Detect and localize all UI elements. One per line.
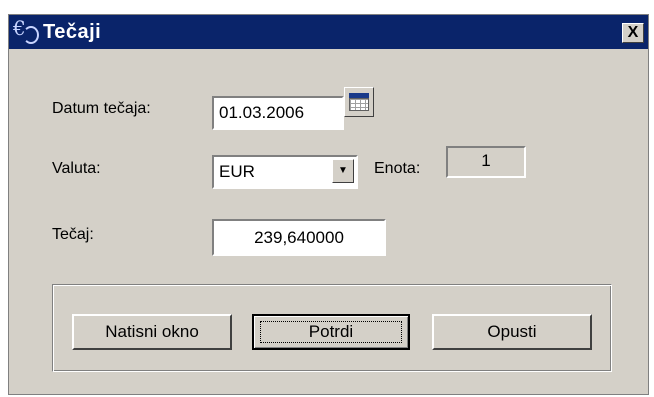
cancel-button[interactable]: Opusti <box>432 314 592 350</box>
confirm-button-label: Potrdi <box>260 321 402 343</box>
rate-field[interactable]: 239,640000 <box>212 219 386 256</box>
chevron-down-icon[interactable]: ▼ <box>332 159 354 183</box>
date-label: Datum tečaja: <box>52 100 151 117</box>
unit-label: Enota: <box>374 160 421 177</box>
rate-label: Tečaj: <box>52 226 94 243</box>
currency-dropdown[interactable]: EUR ▼ <box>212 155 358 189</box>
currency-selected-value: EUR <box>219 162 255 181</box>
calendar-button[interactable] <box>344 87 374 117</box>
title-bar[interactable]: € Tečaji X <box>9 15 648 49</box>
confirm-button[interactable]: Potrdi <box>252 314 410 350</box>
unit-field: 1 <box>446 146 526 178</box>
date-field[interactable]: 01.03.2006 <box>212 96 344 130</box>
print-window-button[interactable]: Natisni okno <box>72 314 232 350</box>
close-button[interactable]: X <box>622 23 644 43</box>
euro-coin-icon: € <box>13 18 41 46</box>
window-title: Tečaji <box>43 21 102 43</box>
currency-label: Valuta: <box>52 160 101 177</box>
